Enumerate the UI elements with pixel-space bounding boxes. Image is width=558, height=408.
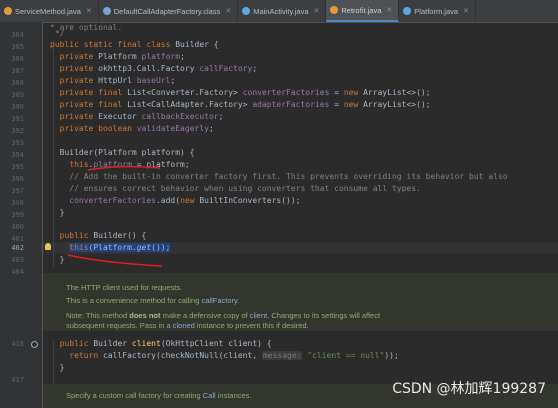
red-underline-stroke xyxy=(87,165,161,171)
red-underline-stroke xyxy=(67,254,163,267)
watermark: CSDN @林加辉199287 xyxy=(392,381,546,397)
red-annotation-marks xyxy=(67,165,163,267)
